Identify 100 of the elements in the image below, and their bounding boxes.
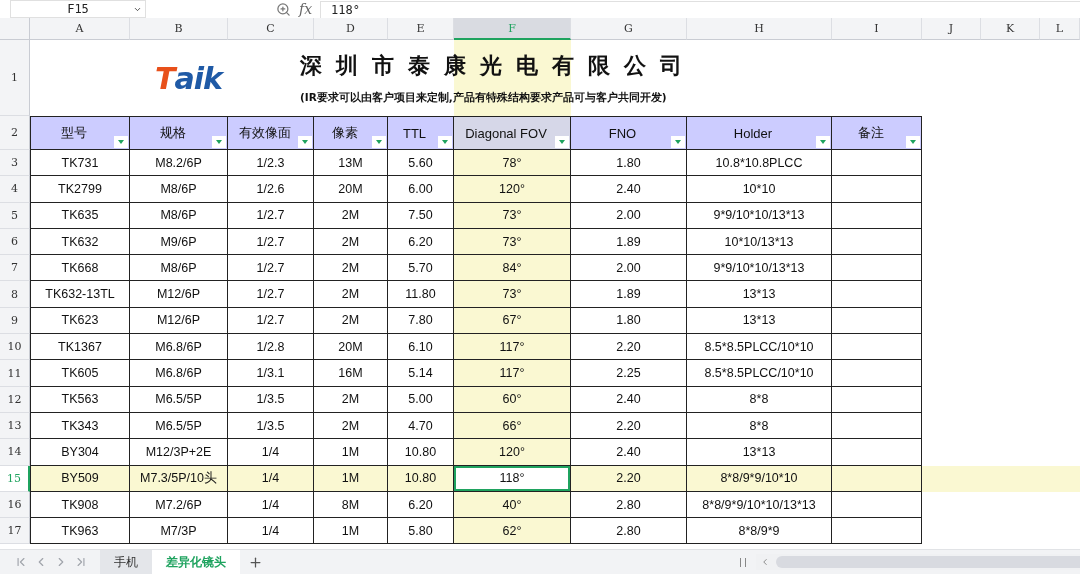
table-cell: 11.80 — [388, 281, 454, 308]
table-cell: 13*13 — [687, 281, 832, 308]
filter-dropdown-icon[interactable] — [816, 136, 830, 148]
row-header[interactable]: 14 — [0, 439, 30, 466]
table-cell: 2M — [314, 386, 388, 413]
column-header[interactable]: J — [922, 18, 981, 40]
table-cell: M6.8/6P — [130, 334, 228, 361]
header-cell: Holder — [687, 116, 832, 150]
table-cell: 2.40 — [571, 439, 687, 466]
filter-dropdown-icon[interactable] — [372, 136, 386, 148]
row-header[interactable]: 7 — [0, 255, 30, 282]
table-cell: TK635 — [30, 202, 130, 229]
column-header[interactable]: K — [981, 18, 1040, 40]
row-header[interactable]: 12 — [0, 386, 30, 413]
table-cell: TK908 — [30, 491, 130, 519]
row-header[interactable]: 10 — [0, 334, 30, 361]
column-header[interactable]: B — [130, 18, 228, 40]
function-label[interactable]: fx — [299, 1, 313, 17]
add-sheet-icon[interactable] — [248, 554, 263, 570]
filter-dropdown-icon[interactable] — [298, 136, 312, 148]
column-header[interactable]: E — [388, 18, 454, 40]
first-sheet-icon[interactable] — [14, 555, 28, 569]
table-cell: TK563 — [30, 386, 130, 413]
table-cell: 8*8 — [687, 386, 832, 413]
scrollbar-thumb[interactable] — [776, 556, 1080, 568]
column-header[interactable]: D — [314, 18, 388, 40]
table-cell: 13M — [314, 150, 388, 177]
table-cell: M6.5/5P — [130, 386, 228, 413]
column-header[interactable]: H — [687, 18, 832, 40]
table-cell: M7/3P — [130, 518, 228, 545]
table-cell: M8.2/6P — [130, 150, 228, 177]
row-header[interactable]: 8 — [0, 281, 30, 308]
table-cell: 2.80 — [571, 518, 687, 545]
table-cell: 1.89 — [571, 228, 687, 256]
table-cell: M7.3/5P/10头 — [130, 465, 228, 492]
table-cell: 1M — [314, 465, 388, 492]
column-header[interactable]: L — [1040, 18, 1080, 40]
table-cell: 13*13 — [687, 439, 832, 466]
column-header[interactable]: I — [832, 18, 922, 40]
row-header[interactable]: 13 — [0, 412, 30, 440]
sheet-tab[interactable]: 手机 — [100, 550, 152, 574]
header-cell: Diagonal FOV — [454, 116, 571, 150]
column-header[interactable]: G — [571, 18, 687, 40]
filter-dropdown-icon[interactable] — [671, 136, 685, 148]
row-header[interactable]: 6 — [0, 228, 30, 256]
table-cell: M6.8/6P — [130, 360, 228, 387]
row-header[interactable]: 2 — [0, 116, 30, 150]
filter-dropdown-icon[interactable] — [906, 136, 920, 148]
table-cell: 2.20 — [571, 412, 687, 440]
table-cell: 73° — [454, 202, 571, 229]
table-cell: TK632-13TL — [30, 281, 130, 308]
table-cell: 1M — [314, 439, 388, 466]
row-header[interactable]: 3 — [0, 150, 30, 177]
filter-dropdown-icon[interactable] — [555, 136, 569, 148]
table-cell: 8*8/9*9 — [687, 518, 832, 545]
table-cell: 10*10 — [687, 176, 832, 203]
row-header[interactable]: 9 — [0, 307, 30, 335]
table-cell: 16M — [314, 360, 388, 387]
table-cell: 1/4 — [228, 491, 314, 519]
row-header[interactable]: 16 — [0, 491, 30, 519]
splitter-handle[interactable] — [740, 557, 746, 567]
table-cell: 2.25 — [571, 360, 687, 387]
table-cell: BY304 — [30, 439, 130, 466]
scroll-left-icon[interactable] — [760, 557, 770, 567]
row-header[interactable]: 1 — [0, 40, 30, 116]
table-cell: M8/6P — [130, 255, 228, 282]
table-cell: 117° — [454, 334, 571, 361]
highlighted-cell — [1040, 465, 1080, 492]
row-header[interactable]: 4 — [0, 176, 30, 203]
column-header[interactable]: A — [30, 18, 130, 40]
name-box[interactable]: F15 — [10, 0, 146, 18]
table-cell: 5.14 — [388, 360, 454, 387]
zoom-icon[interactable] — [276, 1, 291, 17]
active-cell: 118° — [454, 465, 571, 492]
table-cell: 2.00 — [571, 255, 687, 282]
table-cell: 10*10/13*13 — [687, 228, 832, 256]
table-cell: 2.80 — [571, 491, 687, 519]
formula-field[interactable]: 118° — [320, 0, 1080, 18]
highlighted-cell — [922, 465, 981, 492]
table-cell: 8*8/9*9/10*10 — [687, 465, 832, 492]
subtitle: (IR要求可以由客户项目来定制,产品有特殊结构要求产品可与客户共同开发) — [300, 91, 667, 105]
filter-dropdown-icon[interactable] — [212, 136, 226, 148]
filter-dropdown-icon[interactable] — [114, 136, 128, 148]
table-cell: M7.2/6P — [130, 491, 228, 519]
table-cell: 2.20 — [571, 465, 687, 492]
last-sheet-icon[interactable] — [74, 555, 88, 569]
row-header[interactable]: 5 — [0, 202, 30, 229]
table-cell: 1/2.7 — [228, 307, 314, 335]
table-cell: 2M — [314, 307, 388, 335]
row-header[interactable]: 11 — [0, 360, 30, 387]
filter-dropdown-icon[interactable] — [438, 136, 452, 148]
column-header[interactable]: C — [228, 18, 314, 40]
row-header[interactable]: 17 — [0, 518, 30, 545]
header-cell: 型号 — [30, 116, 130, 150]
table-cell: 120° — [454, 176, 571, 203]
table-cell: M9/6P — [130, 228, 228, 256]
table-cell: 60° — [454, 386, 571, 413]
table-cell: M12/6P — [130, 307, 228, 335]
table-cell: TK731 — [30, 150, 130, 177]
table-cell: 1M — [314, 518, 388, 545]
